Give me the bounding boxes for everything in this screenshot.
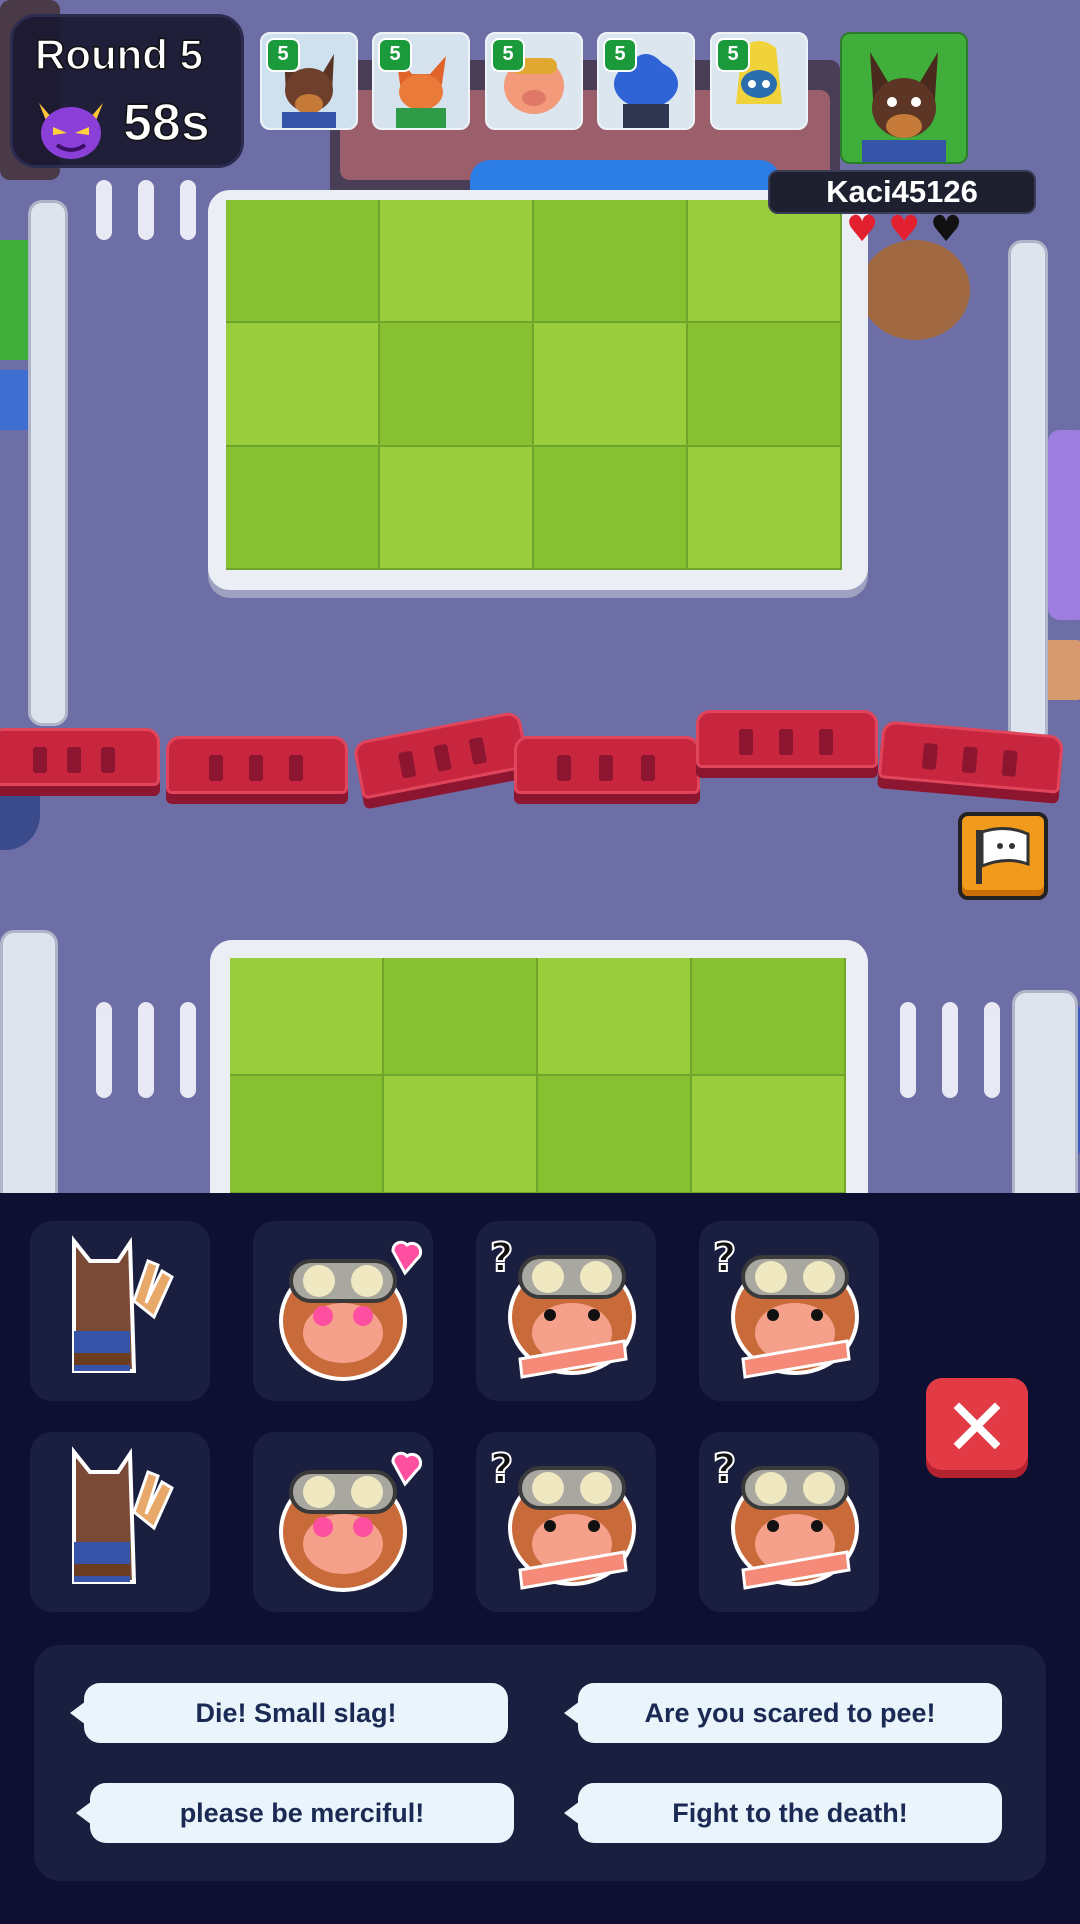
- close-x-icon: ✕: [943, 1381, 1011, 1474]
- emote-pig-confused[interactable]: ?: [699, 1432, 879, 1612]
- svg-text:?: ?: [490, 1446, 513, 1492]
- emote-pig-love[interactable]: [253, 1221, 433, 1401]
- doberman-icon: [842, 34, 966, 162]
- left-lower-rail: [0, 930, 58, 1193]
- grass-tile[interactable]: [688, 446, 842, 570]
- round-label: Round 5: [34, 30, 203, 79]
- grass-tile[interactable]: [380, 446, 534, 570]
- left-lane-stripes: [96, 1002, 196, 1098]
- right-rail: [1008, 240, 1048, 746]
- grass-tile[interactable]: [230, 1076, 384, 1193]
- left-rail: [28, 200, 68, 726]
- top-grass-pad[interactable]: [226, 200, 842, 570]
- surrender-flag-icon: [976, 827, 1030, 884]
- wolf-peace-emote-icon: [72, 1235, 174, 1373]
- svg-text:?: ?: [713, 1446, 736, 1492]
- red-barrier: [166, 736, 348, 794]
- pig-confused-emote-icon: ?: [712, 1445, 859, 1590]
- grass-tile[interactable]: [380, 200, 534, 324]
- pig-love-emote-icon: [279, 1451, 423, 1592]
- emote-pig-confused[interactable]: ?: [699, 1221, 879, 1401]
- quick-chat-option[interactable]: Fight to the death!: [564, 1783, 1002, 1843]
- quick-chat-option[interactable]: please be merciful!: [76, 1783, 514, 1843]
- pig-confused-emote-icon: ?: [489, 1234, 636, 1379]
- team-portrait-doberman[interactable]: 5: [260, 32, 358, 130]
- grass-tile[interactable]: [534, 200, 688, 324]
- svg-text:?: ?: [713, 1235, 736, 1281]
- emote-wolf-peace[interactable]: [30, 1432, 210, 1612]
- team-portrait-yellow-robot[interactable]: 5: [710, 32, 808, 130]
- close-emote-panel-button[interactable]: ✕: [926, 1378, 1028, 1478]
- level-badge: 5: [603, 38, 637, 72]
- team-portrait-pig-aviator[interactable]: 5: [485, 32, 583, 130]
- grass-tile[interactable]: [534, 323, 688, 447]
- grass-tile[interactable]: [384, 958, 538, 1076]
- grass-tile[interactable]: [688, 323, 842, 447]
- heart-empty-icon: ♥: [930, 209, 963, 250]
- bottom-grass-pad[interactable]: [230, 958, 846, 1193]
- grass-tile[interactable]: [692, 958, 846, 1076]
- grass-tile[interactable]: [534, 446, 688, 570]
- round-timer: 58s: [122, 93, 210, 153]
- quick-chat-option[interactable]: Die! Small slag!: [70, 1683, 508, 1743]
- team-portrait-fox[interactable]: 5: [372, 32, 470, 130]
- right-lane-stripes: [900, 1002, 1000, 1098]
- tree-stump: [860, 240, 970, 340]
- quick-chat-option[interactable]: Are you scared to pee!: [564, 1683, 1002, 1743]
- level-badge: 5: [378, 38, 412, 72]
- round-timer-box: Round 5 58s: [10, 14, 244, 168]
- grass-tile[interactable]: [384, 1076, 538, 1193]
- grass-tile[interactable]: [538, 1076, 692, 1193]
- heart-full-icon: ♥: [846, 209, 879, 250]
- level-badge: 5: [266, 38, 300, 72]
- heart-full-icon: ♥: [888, 209, 921, 250]
- emote-pig-confused[interactable]: ?: [476, 1221, 656, 1401]
- emote-wolf-peace[interactable]: [30, 1221, 210, 1401]
- purple-demon-icon: [39, 103, 103, 159]
- grass-tile[interactable]: [380, 323, 534, 447]
- pig-love-emote-icon: [279, 1240, 423, 1381]
- pig-confused-emote-icon: ?: [489, 1445, 636, 1590]
- pig-confused-emote-icon: ?: [712, 1234, 859, 1379]
- wolf-peace-emote-icon: [72, 1446, 174, 1584]
- surrender-flag-button[interactable]: [958, 812, 1048, 900]
- grass-tile[interactable]: [226, 323, 380, 447]
- quick-chat-panel: Die! Small slag! Are you scared to pee! …: [34, 1645, 1046, 1881]
- svg-text:?: ?: [490, 1235, 513, 1281]
- left-lane-stripes-top: [96, 180, 196, 240]
- emote-pig-love[interactable]: [253, 1432, 433, 1612]
- team-portrait-blue-wizard[interactable]: 5: [597, 32, 695, 130]
- red-barrier: [696, 710, 878, 768]
- grass-tile[interactable]: [692, 1076, 846, 1193]
- grass-tile[interactable]: [230, 958, 384, 1076]
- grass-tile[interactable]: [688, 200, 842, 324]
- red-barrier: [514, 736, 700, 794]
- emote-pig-confused[interactable]: ?: [476, 1432, 656, 1612]
- grass-tile[interactable]: [226, 200, 380, 324]
- opponent-name: Kaci45126: [768, 170, 1036, 214]
- opponent-portrait[interactable]: [840, 32, 968, 164]
- level-badge: 5: [491, 38, 525, 72]
- red-barrier: [352, 710, 530, 800]
- right-purple-block: [1048, 430, 1080, 620]
- red-barrier: [0, 728, 160, 786]
- right-lower-rail: [1012, 990, 1078, 1193]
- level-badge: 5: [716, 38, 750, 72]
- grass-tile[interactable]: [538, 958, 692, 1076]
- grass-tile[interactable]: [226, 446, 380, 570]
